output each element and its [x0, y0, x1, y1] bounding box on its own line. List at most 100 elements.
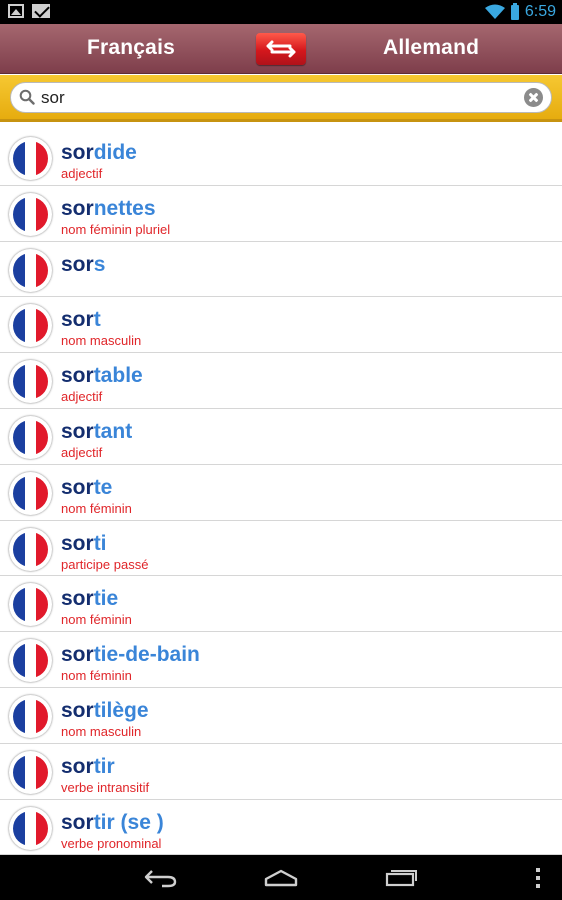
- word-match-prefix: sor: [61, 587, 94, 611]
- french-flag-icon: [9, 750, 52, 794]
- word-remainder: tie-de-bain: [93, 643, 200, 667]
- source-language-label[interactable]: Français: [87, 36, 175, 60]
- word-remainder: ti: [93, 531, 107, 555]
- home-icon[interactable]: [263, 869, 299, 887]
- result-row[interactable]: sortable adjectif: [0, 353, 562, 409]
- notification-icons: [8, 4, 50, 18]
- french-flag-icon: [9, 248, 52, 292]
- result-word: sortir (se ): [61, 811, 164, 835]
- word-remainder: tir: [93, 754, 115, 778]
- result-word: sortir: [61, 755, 115, 779]
- word-match-prefix: sor: [61, 141, 94, 164]
- search-input[interactable]: [41, 86, 521, 110]
- recent-apps-icon[interactable]: [385, 867, 419, 887]
- word-match-prefix: sor: [61, 364, 94, 388]
- word-match-prefix: sor: [61, 252, 94, 276]
- result-row[interactable]: sorti participe passé: [0, 521, 562, 577]
- result-word: sortilège: [61, 699, 149, 723]
- word-remainder: nettes: [93, 196, 156, 220]
- result-word: sortant: [61, 420, 132, 444]
- wifi-icon: [484, 4, 505, 19]
- result-word: sortable: [61, 364, 143, 388]
- french-flag-icon: [9, 192, 52, 236]
- result-row[interactable]: sorte nom féminin: [0, 465, 562, 521]
- french-flag-icon: [9, 415, 52, 459]
- result-row[interactable]: sort nom masculin: [0, 297, 562, 354]
- result-word: sorte: [61, 476, 112, 500]
- part-of-speech: nom masculin: [61, 723, 142, 739]
- language-header: Français Allemand: [0, 24, 562, 74]
- result-word: sornettes: [61, 197, 156, 221]
- result-row[interactable]: sordide adjectif: [0, 130, 562, 186]
- word-remainder: tilège: [93, 698, 149, 722]
- result-row[interactable]: sornettes nom féminin pluriel: [0, 186, 562, 242]
- word-match-prefix: sor: [61, 810, 94, 834]
- french-flag-icon: [9, 806, 52, 850]
- word-remainder: tie: [93, 587, 119, 611]
- navigation-bar: [0, 855, 562, 900]
- search-icon: [19, 89, 35, 105]
- target-language-label[interactable]: Allemand: [383, 36, 479, 60]
- swap-arrows-icon: [266, 40, 296, 58]
- part-of-speech: nom féminin pluriel: [61, 221, 171, 237]
- result-row[interactable]: sortie nom féminin: [0, 576, 562, 633]
- word-remainder: te: [93, 475, 113, 499]
- image-notification-icon: [8, 4, 24, 18]
- part-of-speech: adjectif: [61, 166, 103, 181]
- word-match-prefix: sor: [61, 419, 94, 443]
- result-row[interactable]: sors: [0, 242, 562, 298]
- word-remainder: t: [93, 308, 101, 332]
- result-word: sortie-de-bain: [61, 643, 200, 667]
- result-word: sordide: [61, 141, 137, 165]
- part-of-speech: participe passé: [61, 556, 149, 572]
- search-box[interactable]: [10, 82, 552, 113]
- word-remainder: tir (se ): [93, 810, 164, 834]
- word-match-prefix: sor: [61, 308, 94, 332]
- word-match-prefix: sor: [61, 643, 94, 667]
- result-row[interactable]: sortie-de-bain nom féminin: [0, 632, 562, 688]
- result-row[interactable]: sortilège nom masculin: [0, 688, 562, 744]
- overflow-menu-icon[interactable]: [535, 868, 541, 888]
- back-icon[interactable]: [144, 868, 178, 888]
- system-icons: 6:59: [484, 2, 556, 22]
- result-word: sort: [61, 308, 101, 332]
- word-match-prefix: sor: [61, 531, 94, 555]
- clear-search-icon[interactable]: [524, 88, 543, 107]
- battery-icon: [510, 2, 519, 20]
- part-of-speech: verbe pronominal: [61, 835, 162, 851]
- search-bar: [0, 75, 562, 122]
- word-remainder: s: [93, 252, 106, 276]
- word-match-prefix: sor: [61, 475, 94, 499]
- part-of-speech: nom féminin: [61, 500, 132, 516]
- result-row[interactable]: sortant adjectif: [0, 409, 562, 465]
- result-row[interactable]: sortir (se ) verbe pronominal: [0, 800, 562, 855]
- word-match-prefix: sor: [61, 698, 94, 722]
- result-row[interactable]: sortir verbe intransitif: [0, 744, 562, 800]
- word-remainder: tant: [93, 419, 133, 443]
- french-flag-icon: [9, 694, 52, 738]
- french-flag-icon: [9, 471, 52, 515]
- swap-languages-button[interactable]: [256, 33, 306, 65]
- part-of-speech: adjectif: [61, 389, 103, 405]
- french-flag-icon: [9, 583, 52, 627]
- status-bar: 6:59: [0, 0, 562, 24]
- part-of-speech: nom féminin: [61, 668, 132, 684]
- word-remainder: dide: [93, 141, 137, 164]
- french-flag-icon: [9, 527, 52, 571]
- result-word: sortie: [61, 587, 118, 611]
- result-word: sorti: [61, 532, 107, 556]
- result-word: sors: [61, 253, 105, 277]
- part-of-speech: nom masculin: [61, 333, 142, 349]
- part-of-speech: nom féminin: [61, 612, 132, 628]
- french-flag-icon: [9, 639, 52, 683]
- word-match-prefix: sor: [61, 196, 94, 220]
- results-list[interactable]: sordide adjectif sornettes nom féminin p…: [0, 130, 562, 855]
- part-of-speech: adjectif: [61, 444, 103, 460]
- french-flag-icon: [9, 137, 52, 180]
- gmail-notification-icon: [32, 4, 50, 18]
- french-flag-icon: [9, 360, 52, 404]
- french-flag-icon: [9, 304, 52, 348]
- word-remainder: table: [93, 364, 143, 388]
- word-match-prefix: sor: [61, 754, 94, 778]
- clock: 6:59: [524, 3, 556, 20]
